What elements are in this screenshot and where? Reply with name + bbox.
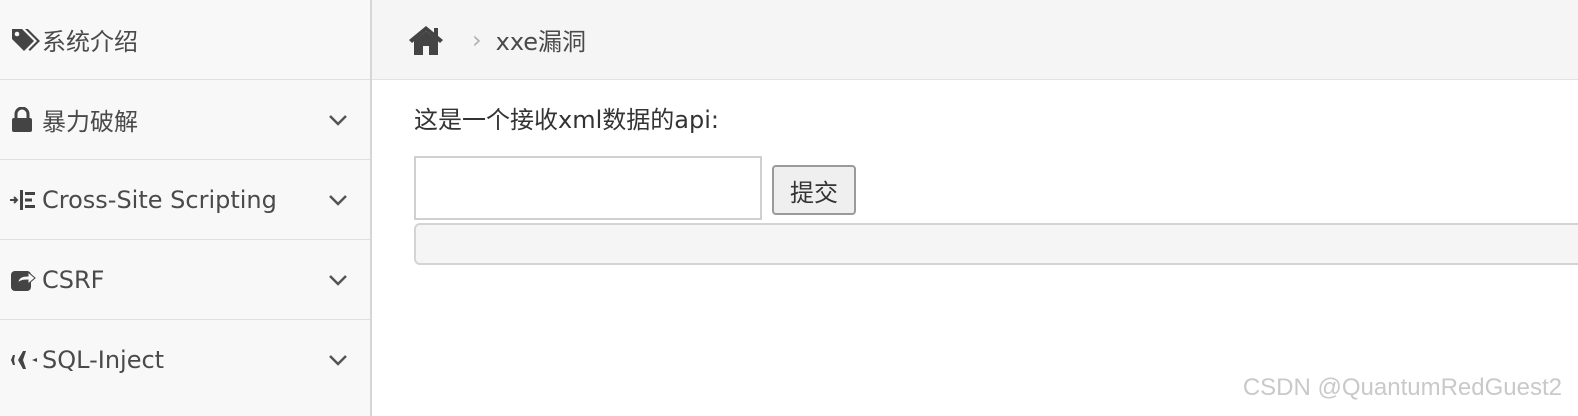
chevron-down-icon[interactable] — [326, 108, 350, 132]
chevron-down-icon[interactable] — [326, 188, 350, 212]
breadcrumb: › xxe漏洞 — [372, 0, 1578, 80]
sidebar-item-intro[interactable]: 系统介绍 — [0, 0, 370, 80]
home-icon[interactable] — [408, 22, 444, 58]
sidebar-item-xss[interactable]: Cross-Site Scripting — [0, 160, 370, 240]
chevron-down-icon[interactable] — [326, 348, 350, 372]
intro-text: 这是一个接收xml数据的api: — [414, 106, 719, 134]
sidebar-item-label: 系统介绍 — [42, 28, 138, 56]
sidebar-item-label: 暴力破解 — [42, 108, 138, 136]
breadcrumb-separator: › — [472, 25, 482, 54]
lock-icon — [10, 106, 42, 133]
tags-icon — [10, 27, 42, 53]
sidebar-item-brute-force[interactable]: 暴力破解 — [0, 80, 370, 160]
result-box — [414, 223, 1578, 265]
breadcrumb-current: xxe漏洞 — [495, 28, 587, 56]
chevron-down-icon[interactable] — [326, 268, 350, 292]
sidebar-item-label: SQL-Inject — [42, 346, 165, 374]
main-content: 这是一个接收xml数据的api: 提交 — [372, 80, 1578, 416]
submit-button[interactable]: 提交 — [772, 165, 856, 215]
sidebar-item-label: CSRF — [42, 265, 105, 294]
watermark: CSDN @QuantumRedGuest2 — [1242, 374, 1562, 401]
indent-icon — [10, 188, 42, 212]
sidebar: 系统介绍 暴力破解 Cross-Site Scripting CSRF SQL-… — [0, 0, 372, 416]
sidebar-item-csrf[interactable]: CSRF — [0, 240, 370, 320]
xml-input[interactable] — [414, 156, 762, 220]
share-square-icon — [10, 267, 42, 293]
plane-icon — [10, 349, 42, 371]
sidebar-item-sql-inject[interactable]: SQL-Inject — [0, 320, 370, 400]
sidebar-item-label: Cross-Site Scripting — [42, 185, 277, 214]
